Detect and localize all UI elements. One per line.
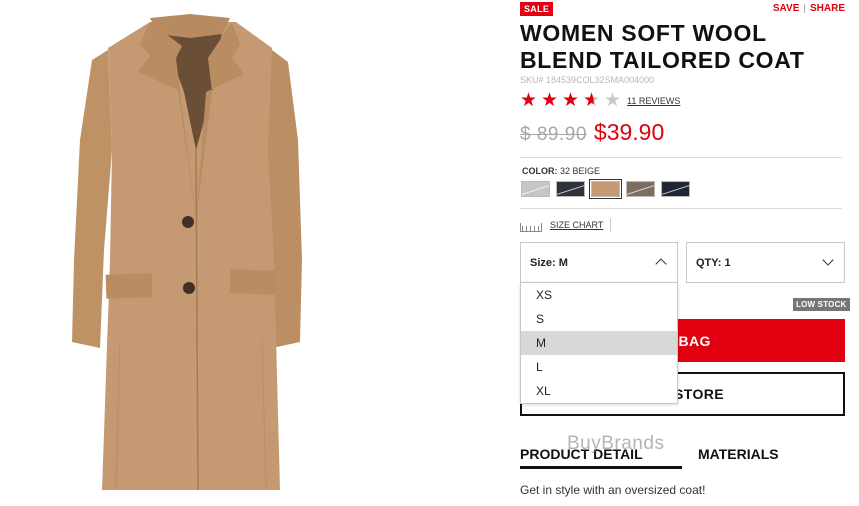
- swatch-slash: [662, 183, 689, 196]
- quantity-select[interactable]: QTY: 1: [686, 242, 845, 283]
- sale-badge: SALE: [520, 2, 554, 16]
- share-link[interactable]: SHARE: [810, 3, 845, 14]
- size-option[interactable]: XS: [521, 283, 677, 307]
- swatch-slash: [557, 183, 584, 196]
- size-chart-row: SIZE CHART: [520, 218, 612, 232]
- star-icon: ★: [604, 90, 622, 111]
- save-link[interactable]: SAVE: [773, 3, 800, 14]
- tab-materials[interactable]: MATERIALS: [682, 446, 779, 469]
- chevron-down-icon: [822, 254, 834, 266]
- size-option[interactable]: L: [521, 355, 677, 379]
- size-option[interactable]: S: [521, 307, 677, 331]
- chevron-up-icon: [655, 258, 667, 270]
- divider: [610, 218, 612, 232]
- quantity-select-label: QTY: 1: [696, 256, 731, 269]
- color-swatch[interactable]: [556, 181, 585, 197]
- size-option[interactable]: M: [521, 331, 677, 355]
- color-swatch[interactable]: [661, 181, 690, 197]
- color-swatches: [521, 179, 690, 199]
- product-sku: SKU# 184539COL32SMA004000: [520, 75, 655, 85]
- color-swatch[interactable]: [626, 181, 655, 197]
- color-label-key: COLOR:: [522, 166, 558, 176]
- star-icon: ★: [562, 90, 580, 111]
- link-separator: |: [803, 3, 806, 14]
- top-links: SAVE | SHARE: [773, 3, 845, 14]
- divider: [520, 157, 842, 158]
- product-description: Get in style with an oversized coat!: [520, 483, 706, 497]
- color-selected-value: 32 BEIGE: [560, 166, 601, 176]
- size-chart-link[interactable]: SIZE CHART: [550, 220, 603, 230]
- product-rating: ★ ★ ★ ★ ★ 11 REVIEWS: [520, 91, 680, 110]
- swatch-slash: [522, 183, 549, 196]
- size-dropdown-menu: XS S M L XL: [520, 282, 678, 404]
- divider: [520, 208, 842, 209]
- size-select[interactable]: Size: M: [520, 242, 678, 283]
- star-icon: ★: [520, 90, 538, 111]
- size-option[interactable]: XL: [521, 379, 677, 403]
- product-title: WOMEN SOFT WOOL BLEND TAILORED COAT: [520, 20, 805, 73]
- watermark: BuyBrands: [567, 433, 665, 454]
- ruler-icon: [520, 222, 542, 232]
- product-image: [72, 14, 302, 491]
- star-icon: ★: [541, 90, 559, 111]
- swatch-slash: [627, 183, 654, 196]
- color-swatch[interactable]: [521, 181, 550, 197]
- color-label: COLOR: 32 BEIGE: [522, 166, 600, 176]
- reviews-link[interactable]: 11 REVIEWS: [627, 96, 680, 106]
- sale-price: $39.90: [593, 119, 665, 145]
- color-swatch[interactable]: [589, 179, 622, 199]
- star-icon: ★: [583, 91, 604, 110]
- low-stock-badge: LOW STOCK: [793, 298, 850, 311]
- rating-stars: ★ ★ ★ ★ ★: [520, 91, 625, 110]
- price-block: $ 89.90 $39.90: [520, 119, 664, 146]
- size-select-label: Size: M: [530, 256, 568, 269]
- original-price: $ 89.90: [520, 124, 587, 145]
